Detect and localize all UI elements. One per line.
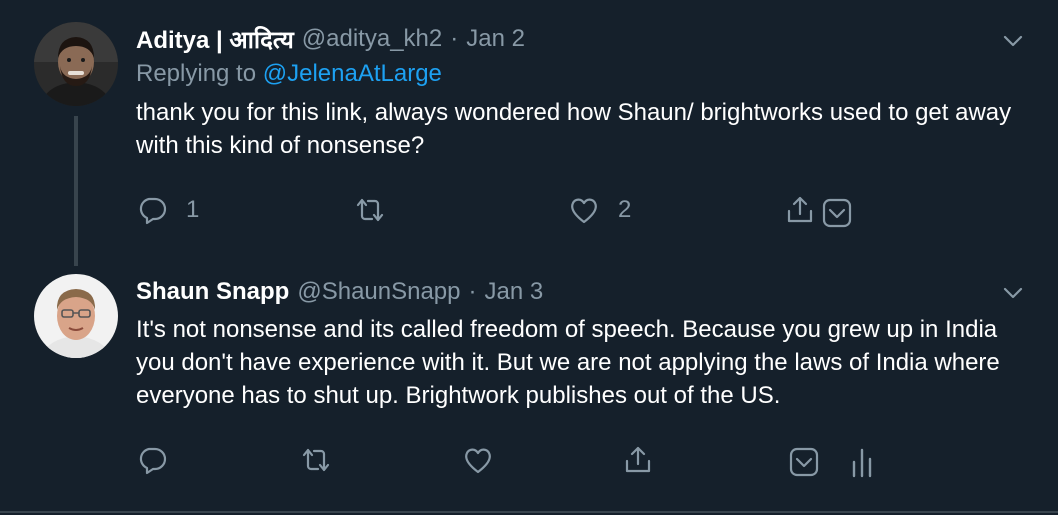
chevron-down-icon (1003, 35, 1023, 47)
avatar[interactable] (34, 22, 118, 106)
heart-icon (571, 198, 597, 224)
analytics-icon (852, 448, 872, 478)
reply-icon (139, 197, 167, 225)
retweet-icon (302, 448, 330, 472)
separator-dot: · (450, 25, 459, 52)
user-avatar-man-glasses-icon (34, 274, 118, 358)
avatar[interactable] (34, 274, 118, 358)
like-button[interactable]: 2 (568, 194, 631, 226)
chevron-down-icon (1003, 287, 1023, 299)
reply-icon (139, 447, 167, 475)
replying-to-label: Replying to (136, 60, 257, 87)
display-name[interactable]: Shaun Snapp (136, 278, 289, 306)
replying-to-mention-link[interactable]: @JelenaAtLarge (263, 60, 442, 87)
bookmark-icon (789, 447, 819, 477)
user-avatar-bearded-man-icon (34, 22, 118, 106)
display-name[interactable]: Aditya | आदित्य (136, 23, 294, 56)
share-icon (625, 446, 651, 473)
heart-icon (465, 448, 491, 474)
separator-dot: · (468, 278, 477, 305)
tweet-shaun[interactable]: Shaun Snapp @ShaunSnapp · Jan 3 It's not… (0, 258, 1058, 511)
retweet-button[interactable] (300, 444, 332, 476)
tweet-aditya[interactable]: Aditya | आदित्य @aditya_kh2 · Jan 2 Repl… (0, 0, 1058, 266)
like-button[interactable] (462, 444, 494, 476)
bookmark-icon (822, 198, 852, 228)
tweet-text: It's not nonsense and its called freedom… (136, 316, 1000, 409)
bottom-divider (0, 511, 1058, 513)
share-button[interactable] (622, 444, 654, 476)
bookmark-button[interactable] (788, 446, 820, 478)
user-handle[interactable]: @aditya_kh2 (302, 25, 442, 53)
tweet-date[interactable]: Jan 3 (485, 278, 544, 306)
share-button[interactable] (784, 194, 816, 226)
like-count: 2 (618, 196, 632, 223)
share-icon (787, 196, 813, 223)
bookmark-button[interactable] (821, 197, 853, 229)
analytics-button[interactable] (846, 446, 878, 478)
reply-button[interactable]: 1 (136, 194, 199, 226)
tweet-header: Aditya | आदित्य @aditya_kh2 · Jan 2 (136, 21, 525, 57)
replying-to-line: Replying to @JelenaAtLarge (136, 60, 442, 88)
tweet-text: thank you for this link, always wondered… (136, 99, 1012, 159)
user-handle[interactable]: @ShaunSnapp (297, 278, 460, 306)
thread-connector-line (74, 116, 78, 266)
tweet-date[interactable]: Jan 2 (466, 25, 525, 53)
reply-button[interactable] (136, 444, 168, 476)
more-options-button[interactable] (1002, 282, 1024, 304)
more-options-button[interactable] (1002, 30, 1024, 52)
tweet-header: Shaun Snapp @ShaunSnapp · Jan 3 (136, 274, 543, 310)
retweet-icon (356, 198, 384, 222)
retweet-button[interactable] (354, 194, 386, 226)
reply-count: 1 (186, 196, 200, 223)
